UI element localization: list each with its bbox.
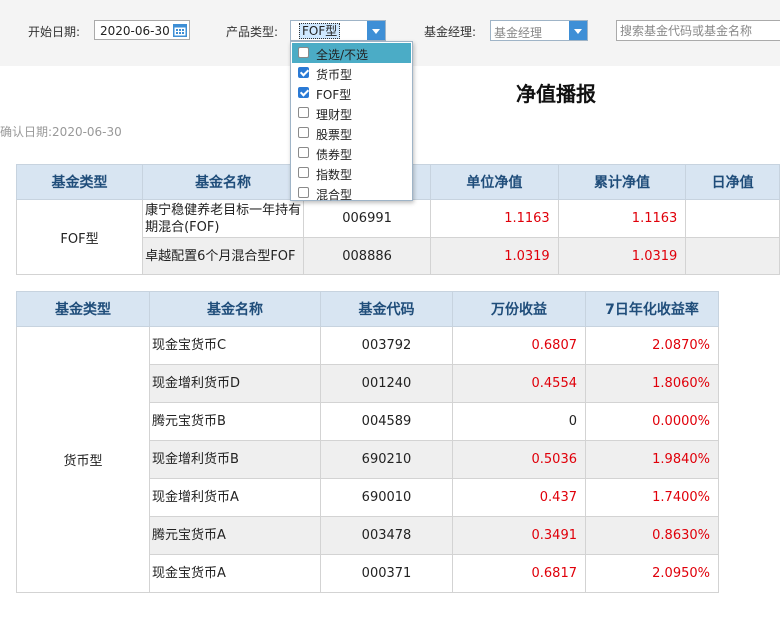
fund-name-cell: 卓越配置6个月混合型FOF (142, 237, 305, 275)
dropdown-item-stock[interactable]: 股票型 (292, 123, 411, 143)
start-date-label: 开始日期: (28, 25, 81, 39)
column-header: 基金名称 (149, 291, 321, 327)
daily-nav-cell (685, 199, 780, 238)
column-header: 万份收益 (452, 291, 586, 327)
fund-name-cell: 现金增利货币A (149, 478, 321, 517)
dropdown-item-label: 指数型 (316, 168, 353, 182)
fund-name-cell: 康宁稳健养老目标一年持有期混合(FOF) (142, 199, 305, 238)
fund-type-cell: FOF型 (15, 199, 144, 275)
column-header: 基金名称 (142, 164, 305, 200)
table-row: FOF型 康宁稳健养老目标一年持有期混合(FOF) 006991 1.1163 … (15, 199, 780, 275)
fund-code-cell: 003792 (320, 326, 453, 365)
fund-code-cell: 004589 (320, 402, 453, 441)
fund-code-cell: 008886 (303, 237, 432, 275)
dropdown-item-label: 债券型 (316, 148, 353, 162)
checkbox-icon[interactable] (298, 167, 309, 178)
manager-label: 基金经理: (424, 25, 477, 39)
column-header: 累计净值 (557, 164, 687, 200)
start-date-value: 2020-06-30 (100, 24, 170, 38)
product-type-label: 产品类型: (226, 25, 279, 39)
column-header: 单位净值 (430, 164, 559, 200)
dropdown-item-money[interactable]: 货币型 (292, 63, 411, 83)
fund-code-cell: 006991 (303, 199, 432, 238)
fund-type-cell: 货币型 (16, 326, 150, 593)
fund-code-cell: 000371 (320, 554, 453, 593)
dropdown-item-index[interactable]: 指数型 (292, 163, 411, 183)
dropdown-item-label: 货币型 (316, 68, 353, 82)
confirm-date: 确认日期:2020-06-30 (0, 125, 122, 139)
dropdown-item-bond[interactable]: 债券型 (292, 143, 411, 163)
checkbox-checked-icon[interactable] (298, 87, 309, 98)
dropdown-item-label: FOF型 (316, 88, 352, 102)
column-header: 基金类型 (16, 291, 150, 327)
unit-nav-cell: 1.0319 (430, 237, 559, 275)
dropdown-item-select-all[interactable]: 全选/不选 (292, 43, 411, 63)
yield7-cell: 2.0870% (585, 326, 719, 365)
checkbox-icon[interactable] (298, 127, 309, 138)
income-cell: 0 (452, 402, 586, 441)
column-header: 7日年化收益率 (585, 291, 719, 327)
checkbox-icon[interactable] (298, 187, 309, 198)
table-row: 货币型 现金宝货币C 003792 0.6807 2.0870% (16, 326, 719, 593)
yield7-cell: 2.0950% (585, 554, 719, 593)
income-cell: 0.5036 (452, 440, 586, 479)
fund-code-cell: 003478 (320, 516, 453, 555)
fund-name-cell: 现金宝货币A (149, 554, 321, 593)
column-header: 日净值 (685, 164, 780, 200)
income-cell: 0.3491 (452, 516, 586, 555)
checkbox-icon[interactable] (298, 147, 309, 158)
product-type-dropdown: 全选/不选 货币型 FOF型 理财型 股票型 债券型 指数型 混合型 (290, 41, 413, 203)
income-cell: 0.6807 (452, 326, 586, 365)
income-cell: 0.437 (452, 478, 586, 517)
dropdown-item-mixed[interactable]: 混合型 (292, 183, 411, 203)
product-type-value: FOF型 (299, 23, 341, 39)
chevron-down-icon[interactable] (569, 21, 587, 40)
fund-code-cell: 690010 (320, 478, 453, 517)
column-header: 基金代码 (320, 291, 453, 327)
income-cell: 0.6817 (452, 554, 586, 593)
unit-nav-cell: 1.1163 (430, 199, 559, 238)
fund-name-cell: 现金增利货币D (149, 364, 321, 403)
product-type-select[interactable]: FOF型 (290, 20, 386, 41)
acc-nav-cell: 1.0319 (557, 237, 687, 275)
fund-code-cell: 001240 (320, 364, 453, 403)
yield7-cell: 0.0000% (585, 402, 719, 441)
yield7-cell: 0.8630% (585, 516, 719, 555)
fund-code-cell: 690210 (320, 440, 453, 479)
fund-name-cell: 腾元宝货币A (149, 516, 321, 555)
fund-name-cell: 腾元宝货币B (149, 402, 321, 441)
table-header-row: 基金类型 基金名称 基金代码 万份收益 7日年化收益率 (16, 291, 719, 327)
yield7-cell: 1.8060% (585, 364, 719, 403)
manager-value: 基金经理 (494, 26, 543, 40)
fund-name-cell: 现金增利货币B (149, 440, 321, 479)
manager-select[interactable]: 基金经理 (490, 20, 588, 41)
daily-nav-cell (685, 237, 780, 275)
yield7-cell: 1.7400% (585, 478, 719, 517)
income-cell: 0.4554 (452, 364, 586, 403)
checkbox-icon[interactable] (298, 107, 309, 118)
page-title: 净值播报 (516, 82, 596, 106)
yield7-cell: 1.9840% (585, 440, 719, 479)
chevron-down-icon[interactable] (367, 21, 385, 40)
search-input[interactable] (616, 20, 780, 41)
dropdown-item-label: 股票型 (316, 128, 353, 142)
checkbox-checked-icon[interactable] (298, 67, 309, 78)
money-fund-table: 基金类型 基金名称 基金代码 万份收益 7日年化收益率 货币型 现金宝货币C 0… (16, 291, 719, 593)
dropdown-item-label: 全选/不选 (316, 48, 369, 62)
fund-name-cell: 现金宝货币C (149, 326, 321, 365)
column-header: 基金类型 (15, 164, 144, 200)
dropdown-item-label: 理财型 (316, 108, 353, 122)
calendar-icon[interactable] (172, 22, 188, 38)
acc-nav-cell: 1.1163 (557, 199, 687, 238)
dropdown-item-label: 混合型 (316, 188, 353, 202)
dropdown-item-fof[interactable]: FOF型 (292, 83, 411, 103)
checkbox-icon[interactable] (298, 47, 309, 58)
start-date-input[interactable]: 2020-06-30 (94, 20, 190, 40)
dropdown-item-wealth[interactable]: 理财型 (292, 103, 411, 123)
